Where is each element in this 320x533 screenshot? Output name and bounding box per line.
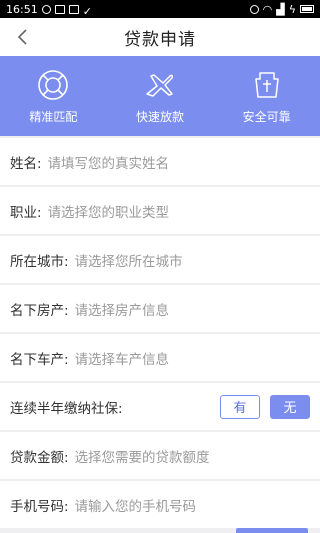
social-security-label: 连续半年缴纳社保: bbox=[10, 400, 123, 417]
alarm-icon bbox=[249, 4, 259, 14]
social-no-button[interactable]: 无 bbox=[270, 394, 310, 419]
mail-icon bbox=[68, 4, 79, 14]
car-row[interactable]: 名下车产: 请选择车产信息 bbox=[0, 334, 320, 381]
name-label: 姓名: bbox=[10, 155, 42, 172]
house-label: 名下房产: bbox=[10, 302, 69, 319]
amount-row[interactable]: 贷款金额: 选择您需要的贷款额度 bbox=[0, 432, 320, 479]
signal-icon: ▟ bbox=[276, 2, 285, 16]
social-yes-button[interactable]: 有 bbox=[220, 394, 260, 419]
chevron-icon: ✓ bbox=[82, 4, 92, 18]
image-icon bbox=[54, 4, 65, 14]
job-label: 职业: bbox=[10, 204, 42, 221]
charging-icon: ϟ bbox=[288, 2, 296, 16]
feature-label: 快速放款 bbox=[135, 109, 184, 124]
city-select[interactable]: 请选择您所在城市 bbox=[75, 250, 183, 270]
loan-form: 姓名: 请填写您的真实姓名 职业: 请选择您的职业类型 所在城市: 请选择您所在… bbox=[0, 138, 320, 528]
back-button[interactable] bbox=[10, 24, 34, 50]
feature-fast-loan: 快速放款 bbox=[110, 68, 210, 125]
sync-icon bbox=[41, 4, 51, 14]
name-row[interactable]: 姓名: 请填写您的真实姓名 bbox=[0, 138, 320, 185]
house-row[interactable]: 名下房产: 请选择房产信息 bbox=[0, 285, 320, 332]
city-row[interactable]: 所在城市: 请选择您所在城市 bbox=[0, 236, 320, 283]
shield-icon bbox=[254, 71, 279, 98]
feature-label: 精准匹配 bbox=[29, 109, 78, 124]
status-time: 16:51 bbox=[6, 2, 38, 16]
wifi-icon: ◠ bbox=[262, 2, 273, 16]
feature-banner: 精准匹配 快速放款 安全可靠 bbox=[0, 56, 320, 136]
status-bar: 16:51 ✓ ◠ ▟ ϟ bbox=[0, 0, 320, 18]
city-label: 所在城市: bbox=[10, 253, 69, 270]
name-input[interactable]: 请填写您的真实姓名 bbox=[48, 152, 170, 172]
car-select[interactable]: 请选择车产信息 bbox=[75, 348, 170, 368]
app-header: 贷款申请 bbox=[0, 18, 320, 56]
feature-label: 安全可靠 bbox=[242, 109, 291, 124]
target-icon bbox=[38, 69, 69, 100]
feature-precise-match: 精准匹配 bbox=[3, 68, 103, 125]
feature-safe-reliable: 安全可靠 bbox=[217, 68, 317, 125]
job-select[interactable]: 请选择您的职业类型 bbox=[48, 201, 170, 221]
phone-label: 手机号码: bbox=[10, 498, 69, 515]
verify-code-button[interactable] bbox=[236, 528, 308, 533]
battery-icon bbox=[300, 5, 314, 13]
social-security-toggle: 有 无 bbox=[220, 394, 310, 419]
amount-label: 贷款金额: bbox=[10, 449, 69, 466]
social-security-row: 连续半年缴纳社保: 有 无 bbox=[0, 383, 320, 430]
phone-input[interactable]: 请输入您的手机号码 bbox=[75, 495, 197, 515]
amount-select[interactable]: 选择您需要的贷款额度 bbox=[75, 446, 210, 466]
chevron-left-icon bbox=[17, 29, 27, 45]
car-label: 名下车产: bbox=[10, 351, 69, 368]
job-row[interactable]: 职业: 请选择您的职业类型 bbox=[0, 187, 320, 234]
airplane-icon bbox=[146, 73, 173, 97]
page-title: 贷款申请 bbox=[124, 29, 196, 50]
phone-row[interactable]: 手机号码: 请输入您的手机号码 bbox=[0, 481, 320, 528]
house-select[interactable]: 请选择房产信息 bbox=[75, 299, 170, 319]
